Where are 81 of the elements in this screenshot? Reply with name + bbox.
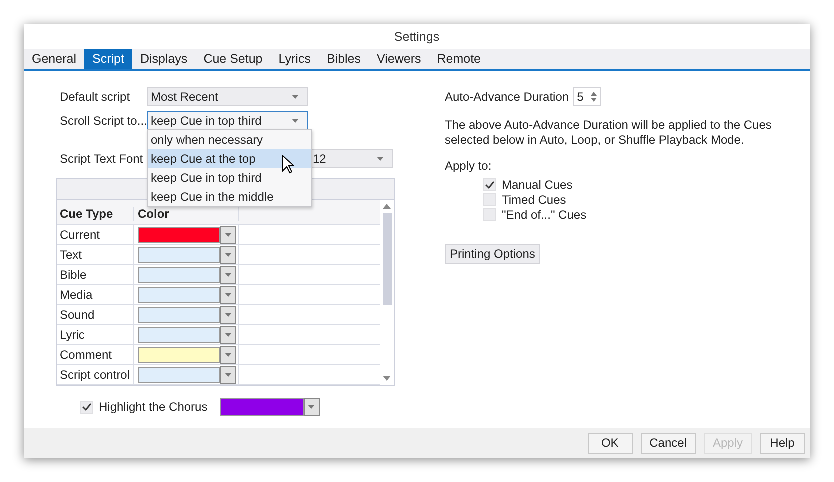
column-header: Color [134, 207, 239, 221]
printing-options-button[interactable]: Printing Options [445, 244, 540, 264]
dropdown[interactable]: keep Cue in top third [147, 111, 308, 130]
caret-icon [308, 405, 316, 409]
color-swatch[interactable] [138, 246, 220, 262]
dropdown-button[interactable] [220, 226, 236, 244]
tab[interactable]: Remote [429, 49, 490, 69]
caret-icon [224, 312, 232, 316]
tab[interactable]: Viewers [369, 49, 430, 69]
field-label: Scroll Script to... [60, 114, 147, 128]
caret-icon [224, 292, 232, 296]
caret-icon [224, 352, 232, 356]
checkbox-label: Highlight the Chorus [99, 400, 208, 414]
field-label: Auto-Advance Duration [445, 90, 570, 104]
checkbox-label: "End of..." Cues [502, 208, 587, 222]
table-cell: Comment [57, 345, 134, 364]
number-spinner[interactable]: 5 [573, 87, 602, 106]
dropdown-button[interactable] [220, 246, 236, 264]
table-cell: Script control [57, 365, 134, 384]
dialog-button[interactable]: Cancel [640, 432, 696, 454]
dropdown-button[interactable] [220, 286, 236, 304]
column-header: Cue Type [57, 207, 134, 221]
color-swatch[interactable] [220, 398, 304, 416]
table-cell: Media [57, 285, 134, 304]
caret-icon [224, 372, 232, 376]
dropdown-option[interactable]: keep Cue at the top [148, 149, 311, 168]
description-text: The above Auto-Advance Duration will be applied to the Cues selected below in Auto, Loop, or Shuffle Playback Mode. [445, 118, 773, 148]
table-cell: Current [57, 225, 134, 244]
caret-icon [377, 156, 384, 160]
color-swatch[interactable] [138, 366, 220, 382]
checkbox-label: Manual Cues [502, 178, 573, 192]
dropdown-button[interactable] [220, 266, 236, 284]
scroll-up-icon[interactable] [383, 204, 391, 209]
dropdown-button[interactable] [220, 346, 236, 364]
field-label: Script Text Font [60, 152, 144, 166]
dropdown-button[interactable] [220, 306, 236, 324]
caret-icon [224, 332, 232, 336]
color-swatch[interactable] [138, 286, 220, 302]
table-cell: Bible [57, 265, 134, 284]
color-swatch[interactable] [138, 346, 220, 362]
color-swatch[interactable] [138, 306, 220, 322]
caret-icon [292, 94, 299, 98]
table-cell: Lyric [57, 325, 134, 344]
dropdown-option[interactable]: keep Cue in the middle [148, 187, 311, 206]
scroll-down-icon[interactable] [383, 376, 391, 381]
checkbox-label: Timed Cues [502, 192, 566, 206]
dropdown-button[interactable] [220, 366, 236, 384]
dropdown[interactable]: Most Recent [147, 87, 308, 106]
table-cell: Text [57, 245, 134, 264]
spin-arrows-icon [591, 92, 598, 102]
section-label: Apply to: [445, 159, 493, 173]
checkbox[interactable] [483, 178, 496, 191]
tab[interactable]: Script [84, 49, 132, 69]
tab[interactable]: Bibles [318, 49, 369, 69]
dialog-button[interactable]: OK [588, 432, 633, 454]
window-title: Settings [394, 30, 440, 44]
dropdown-button[interactable] [304, 398, 320, 416]
dialog-button[interactable]: Help [760, 432, 805, 454]
color-swatch[interactable] [138, 226, 220, 242]
checkbox[interactable] [80, 400, 93, 414]
color-swatch[interactable] [138, 266, 220, 282]
size-dropdown[interactable]: 12 [309, 149, 393, 168]
tab[interactable]: Cue Setup [196, 49, 271, 69]
dropdown-button[interactable] [220, 326, 236, 344]
checkbox[interactable] [483, 193, 496, 206]
caret-icon [292, 118, 299, 122]
check-icon [82, 403, 92, 411]
check-icon [484, 180, 494, 188]
caret-icon [224, 272, 232, 276]
dropdown-option[interactable]: only when necessary [148, 130, 311, 149]
tab[interactable]: Displays [132, 49, 196, 69]
caret-icon [224, 232, 232, 236]
tab[interactable]: General [24, 49, 84, 69]
caret-icon [224, 252, 232, 256]
dropdown-option[interactable]: keep Cue in top third [148, 168, 311, 187]
table-cell: Sound [57, 305, 134, 324]
field-label: Default script [60, 90, 132, 104]
checkbox[interactable] [483, 208, 496, 221]
tab[interactable]: Lyrics [270, 49, 319, 69]
color-swatch[interactable] [138, 326, 220, 342]
mouse-cursor-icon [282, 155, 294, 174]
